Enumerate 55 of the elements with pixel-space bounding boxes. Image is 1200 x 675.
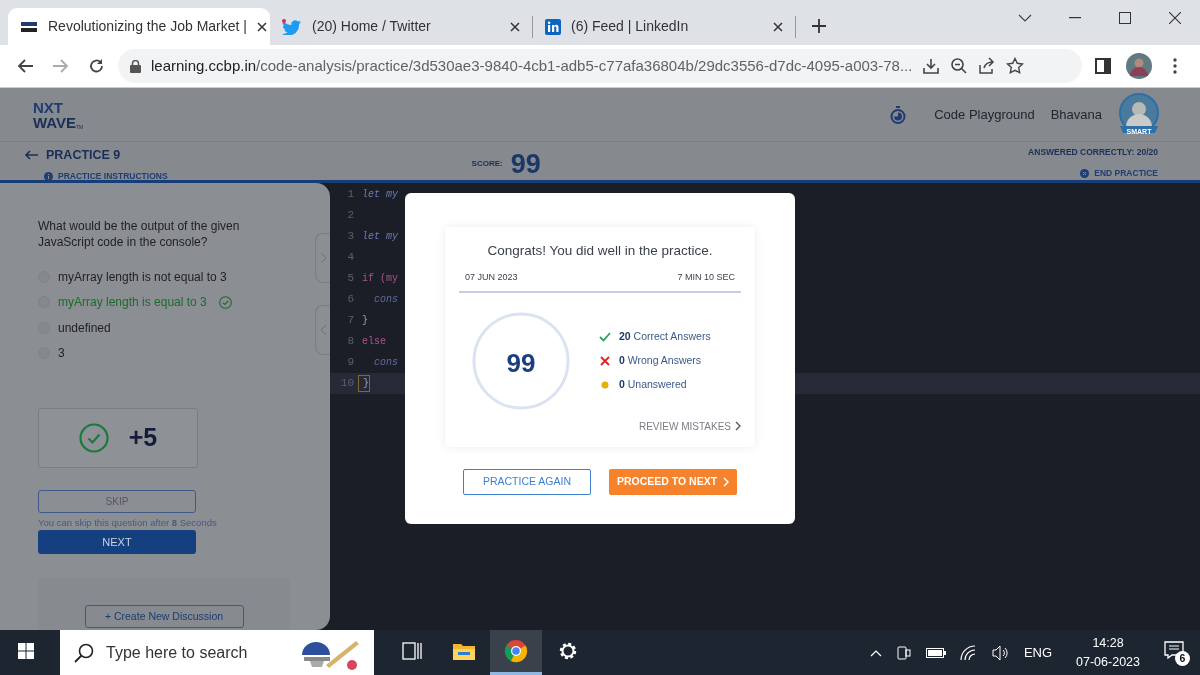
score-value: 99 [505,346,537,380]
line-number: 2 [346,208,355,224]
create-discussion-button[interactable]: + Create New Discussion [84,605,244,628]
next-button[interactable]: NEXT [38,530,196,555]
nav-link[interactable]: Bhavana [1050,104,1102,125]
line-number: 7 [346,313,355,329]
code-line: cons [373,293,398,307]
practice-again-button[interactable]: PRACTICE AGAIN [463,469,591,495]
browser-tab[interactable]: (20) Home / Twitter [270,8,532,45]
line-number: 6 [346,292,355,308]
code-line: if (my [361,272,398,286]
instructions-link[interactable]: PRACTICE INSTRUCTIONS [24,169,168,183]
code-line: let my [361,188,398,202]
score-label: SCORE: [471,158,503,171]
points-text: +5 [128,422,158,454]
back-link[interactable]: PRACTICE 9 [24,146,168,165]
line-number: 3 [346,229,355,245]
browser-tab[interactable]: Revolutionizing the Job Market | [8,8,270,45]
dialog-title: Congrats! You did well in the practice. [486,242,714,260]
answer-option[interactable]: undefined [38,315,111,341]
line-number: 5 [346,271,355,287]
code-line: } [361,314,368,328]
duration-text: 7 MIN 10 SEC [677,271,735,285]
tab-title: (6) Feed | LinkedIn [571,17,689,36]
code-line: let my [361,230,398,244]
end-practice-link[interactable]: END PRACTICE [1080,166,1158,180]
answer-option[interactable]: myArray length is not equal to 3 [38,264,227,290]
question-text: What would be the output of the given JavaScript code in the console? [38,219,241,251]
tab-title: (20) Home / Twitter [312,17,431,36]
language-indicator[interactable]: ENG [1023,642,1053,663]
stat-text: 0 Unanswered [619,376,687,392]
taskbar-search[interactable]: Type here to search [60,630,374,675]
nav-link[interactable]: Code Playground [934,104,1035,125]
stat-text: 0 Wrong Answers [619,352,702,368]
clock[interactable]: 14:28 07-06-2023 [1076,634,1140,671]
url-text: learning.ccbp.in/code-analysis/practice/3d530ae3-9840-4cb1-adb5-c77afa36804b/29dc3556-d7dc-4095-a003-78... [151,55,913,76]
line-number: 1 [346,187,355,203]
code-line: cons [373,356,398,370]
line-number: 9 [346,355,355,371]
date-text: 07 JUN 2023 [465,271,518,285]
score-value: 99 [510,148,541,181]
answer-option[interactable]: 3 [38,340,65,367]
code-line: else [361,335,386,349]
proceed-button[interactable]: PROCEED TO NEXT [609,469,737,495]
address-bar[interactable]: learning.ccbp.in/code-analysis/practice/3d530ae3-9840-4cb1-adb5-c77afa36804b/29dc3556-d7dc-4095-a003-78... [118,49,1082,83]
site-logo[interactable]: NXT WAVE$_{TM}$ [33,99,84,130]
stat-text: 20 Correct Answers [619,328,711,344]
skip-note: You can skip this question after 8 Seconds [38,516,218,531]
search-placeholder: Type here to search [106,642,248,663]
tab-title: Revolutionizing the Job Market | [48,17,247,36]
line-number: 4 [346,250,355,266]
browser-tab[interactable]: (6) Feed | LinkedIn [533,8,795,45]
answered-count: ANSWERED CORRECTLY: 20/20 [1028,146,1158,159]
line-number: 8 [346,334,355,350]
review-mistakes-link[interactable]: REVIEW MISTAKES [638,418,741,434]
